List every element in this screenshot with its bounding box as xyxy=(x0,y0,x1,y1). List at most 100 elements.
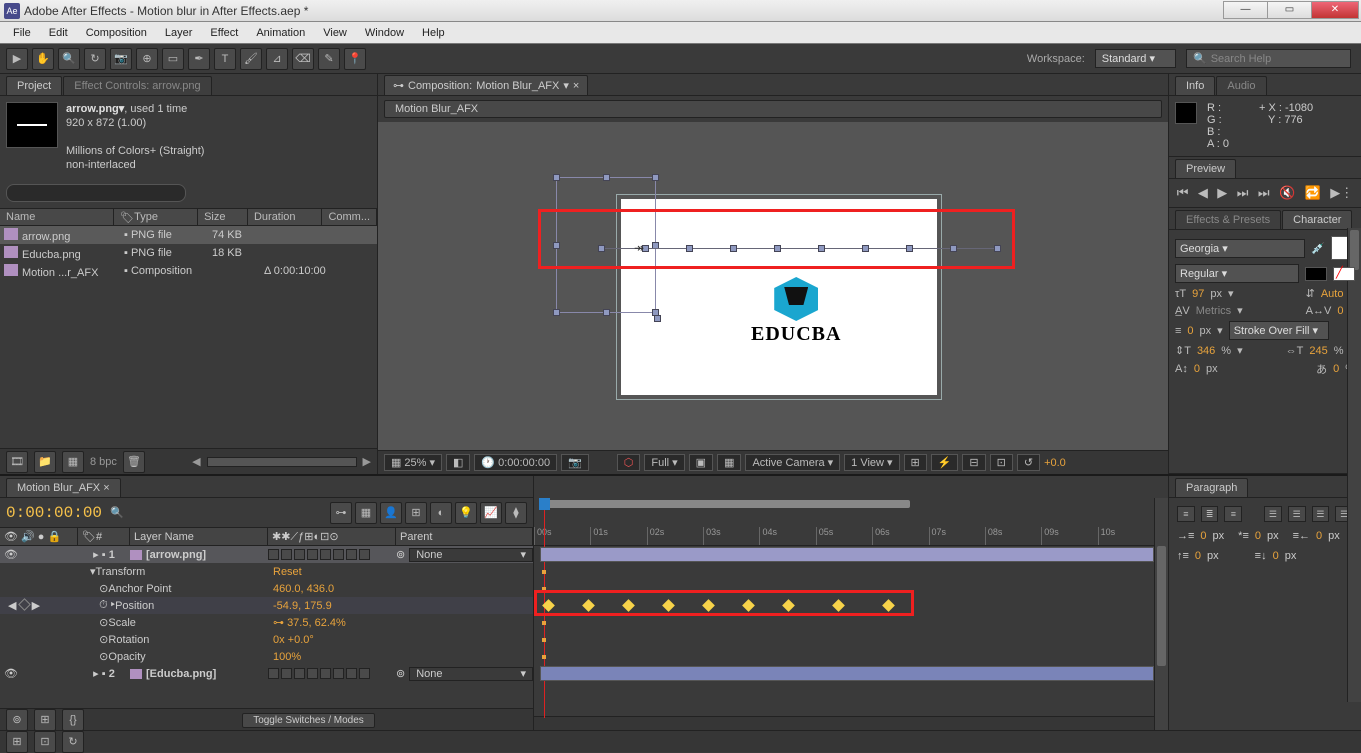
parent-select-1[interactable]: None▾ xyxy=(409,548,533,562)
project-search[interactable] xyxy=(6,184,186,202)
resolution-select[interactable]: Full ▾ xyxy=(644,454,684,471)
minimize-button[interactable]: — xyxy=(1223,1,1268,19)
menu-effect[interactable]: Effect xyxy=(201,24,247,42)
status-icon-2[interactable]: ⊡ xyxy=(34,731,56,753)
timeline-current-time[interactable]: 0:00:00:00 xyxy=(6,504,102,522)
timeline-ruler[interactable]: 00s01s02s03s04s05s06s07s08s09s10s xyxy=(534,498,1168,546)
exposure-value[interactable]: +0.0 xyxy=(1044,457,1066,469)
hand-tool[interactable]: ✋ xyxy=(32,48,54,70)
hscale[interactable]: 245 xyxy=(1309,345,1327,357)
align-center-icon[interactable]: ≣ xyxy=(1201,506,1219,522)
ram-preview-icon[interactable]: ▶⋮ xyxy=(1330,185,1353,201)
menu-view[interactable]: View xyxy=(314,24,356,42)
prev-frame-icon[interactable]: ◀ xyxy=(1198,185,1208,201)
selection-tool[interactable]: ▶ xyxy=(6,48,28,70)
comp-flow-icon[interactable]: ⊡ xyxy=(990,454,1013,471)
search-help[interactable]: 🔍 Search Help xyxy=(1186,49,1351,68)
scroll-left-icon[interactable]: ◀ xyxy=(192,455,200,468)
font-style-select[interactable]: Regular ▾ xyxy=(1175,264,1299,283)
transform-row[interactable]: ▾ TransformReset xyxy=(0,563,533,580)
maximize-button[interactable]: ▭ xyxy=(1267,1,1312,19)
composition-viewport[interactable]: EDUCBA ↠ xyxy=(378,122,1168,450)
pan-behind-tool[interactable]: ⊕ xyxy=(136,48,158,70)
zoom-tool[interactable]: 🔍 xyxy=(58,48,80,70)
parent-header[interactable]: Parent xyxy=(396,528,533,545)
work-area[interactable] xyxy=(540,500,910,508)
scroll-right-icon[interactable]: ▶ xyxy=(363,455,371,468)
col-size[interactable]: Size xyxy=(198,209,248,225)
stroke-color-swatch[interactable] xyxy=(1305,267,1327,281)
timeline-tab[interactable]: Motion Blur_AFX × xyxy=(6,478,121,497)
snapshot-icon[interactable]: 📷 xyxy=(561,454,589,471)
play-icon[interactable]: ▶ xyxy=(1217,185,1227,201)
shy-icon[interactable]: 👤 xyxy=(380,502,402,524)
menu-animation[interactable]: Animation xyxy=(247,24,314,42)
justify-left-icon[interactable]: ☰ xyxy=(1264,506,1282,522)
effect-controls-tab[interactable]: Effect Controls: arrow.png xyxy=(63,76,211,95)
position-row[interactable]: ◀ ▶ ⏱ ▸ Position-54.9, 175.9 xyxy=(0,597,533,614)
close-button[interactable]: ✕ xyxy=(1311,1,1359,19)
roto-tool[interactable]: ✎ xyxy=(318,48,340,70)
preview-tab[interactable]: Preview xyxy=(1175,159,1236,178)
menu-window[interactable]: Window xyxy=(356,24,413,42)
layer-name-header[interactable]: Layer Name xyxy=(130,528,268,545)
rotation-row[interactable]: ⊙ Rotation0x +0.0° xyxy=(0,631,533,648)
layer-row-2[interactable]: 👁 ▸ ▪ 2 [Educba.png] ⊚None▾ xyxy=(0,665,533,682)
project-row[interactable]: arrow.png▪ PNG file74 KB xyxy=(0,226,377,244)
mute-icon[interactable]: 🔇 xyxy=(1279,185,1295,201)
status-icon-1[interactable]: ⊞ xyxy=(6,731,28,753)
menu-file[interactable]: File xyxy=(4,24,40,42)
current-time[interactable]: 🕐 0:00:00:00 xyxy=(474,454,557,471)
audio-tab[interactable]: Audio xyxy=(1216,76,1266,95)
rect-tool[interactable]: ▭ xyxy=(162,48,184,70)
bpc-label[interactable]: 8 bpc xyxy=(90,456,117,468)
character-tab[interactable]: Character xyxy=(1282,210,1352,229)
opacity-row[interactable]: ⊙ Opacity100% xyxy=(0,648,533,665)
parent-select-2[interactable]: None▾ xyxy=(409,667,533,681)
eraser-tool[interactable]: ⌫ xyxy=(292,48,314,70)
kerning[interactable]: Metrics xyxy=(1196,305,1231,317)
channel-icon[interactable]: ⬡ xyxy=(617,454,641,471)
chevron-down-icon[interactable]: ▾ xyxy=(563,79,569,92)
fast-preview-icon[interactable]: ⚡ xyxy=(931,454,959,471)
menu-help[interactable]: Help xyxy=(413,24,454,42)
stroke-option-select[interactable]: Stroke Over Fill ▾ xyxy=(1229,321,1329,340)
tl-tool-3[interactable]: {} xyxy=(62,709,84,731)
menu-edit[interactable]: Edit xyxy=(40,24,77,42)
motion-path[interactable]: ↠ xyxy=(598,248,998,249)
justify-right-icon[interactable]: ☰ xyxy=(1312,506,1330,522)
project-row[interactable]: Motion ...r_AFX▪ CompositionΔ 0:00:10:00 xyxy=(0,262,377,280)
view-select[interactable]: 1 View ▾ xyxy=(844,454,899,471)
interpret-footage-icon[interactable]: 🎞 xyxy=(6,451,28,473)
next-frame-icon[interactable]: ⏭ xyxy=(1237,185,1249,201)
paragraph-tab[interactable]: Paragraph xyxy=(1175,478,1248,497)
layer-row-1[interactable]: 👁 ▸ ▪ 1 [arrow.png] ⊚None▾ xyxy=(0,546,533,563)
camera-tool[interactable]: 📷 xyxy=(110,48,132,70)
font-family-select[interactable]: Georgia ▾ xyxy=(1175,239,1305,258)
workspace-select[interactable]: Standard ▾ xyxy=(1095,49,1176,68)
clone-tool[interactable]: ⊿ xyxy=(266,48,288,70)
comp-mini-flow-icon[interactable]: ⊶ xyxy=(330,502,352,524)
tracking[interactable]: 0 xyxy=(1337,305,1343,317)
col-type[interactable]: 🏷 Type xyxy=(114,209,198,225)
info-tab[interactable]: Info xyxy=(1175,76,1215,95)
pickwhip-icon[interactable]: ⊚ xyxy=(396,548,405,561)
baseline[interactable]: 0 xyxy=(1194,363,1200,375)
time-search-icon[interactable]: 🔍 xyxy=(110,506,124,519)
last-frame-icon[interactable]: ⏭ xyxy=(1258,185,1270,201)
vscale[interactable]: 346 xyxy=(1197,345,1215,357)
graph-editor-icon[interactable]: 📈 xyxy=(480,502,502,524)
delete-icon[interactable]: 🗑 xyxy=(123,451,145,473)
menu-layer[interactable]: Layer xyxy=(156,24,202,42)
no-color-swatch[interactable]: ╱ xyxy=(1333,267,1355,281)
flowchart-tab[interactable]: Motion Blur_AFX xyxy=(384,100,1162,118)
puppet-tool[interactable]: 📍 xyxy=(344,48,366,70)
close-tab-icon[interactable]: × xyxy=(573,80,579,92)
transparency-icon[interactable]: ▦ xyxy=(717,454,741,471)
draft3d-icon[interactable]: ▦ xyxy=(355,502,377,524)
col-duration[interactable]: Duration xyxy=(248,209,322,225)
brush-tool[interactable]: 🖌 xyxy=(240,48,262,70)
align-left-icon[interactable]: ≡ xyxy=(1177,506,1195,522)
justify-center-icon[interactable]: ☰ xyxy=(1288,506,1306,522)
pixel-aspect-icon[interactable]: ⊞ xyxy=(904,454,927,471)
